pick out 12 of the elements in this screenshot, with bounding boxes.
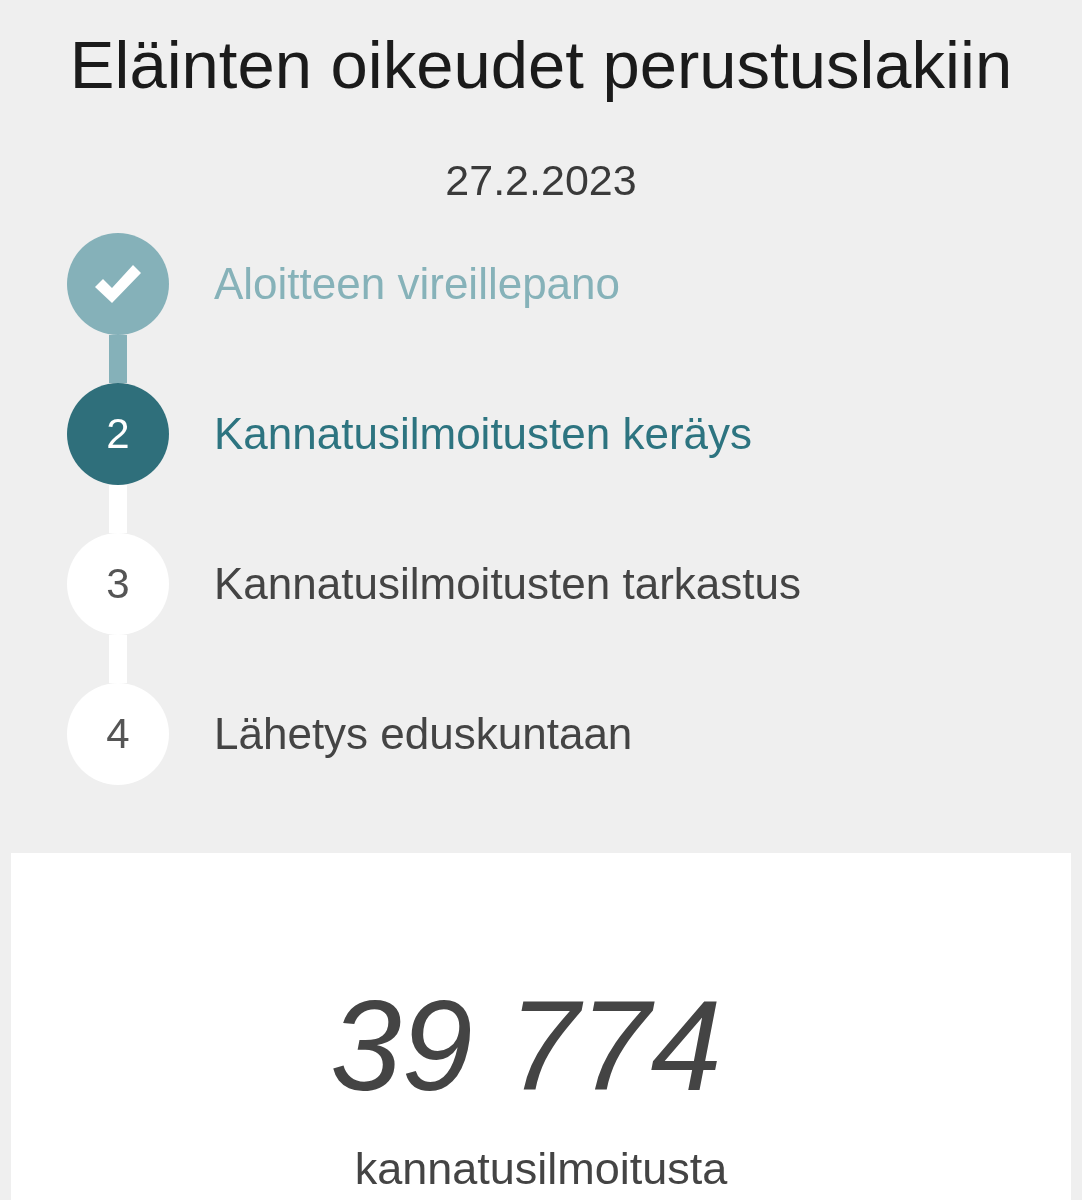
step-number: 4 bbox=[67, 683, 169, 785]
step-label: Kannatusilmoitusten tarkastus bbox=[214, 558, 801, 610]
step-label: Kannatusilmoitusten keräys bbox=[214, 408, 753, 460]
support-count: 39 774 bbox=[330, 978, 722, 1113]
date-text: 27.2.2023 bbox=[445, 155, 637, 205]
step-number: 2 bbox=[67, 383, 169, 485]
count-unit: kannatusilmoitusta bbox=[354, 1144, 728, 1194]
page-title: Eläinten oikeudet perustuslakiin bbox=[69, 26, 1013, 104]
check-icon bbox=[95, 265, 141, 303]
step-label: Aloitteen vireillepano bbox=[214, 258, 621, 310]
step-number: 3 bbox=[67, 533, 169, 635]
step-label: Lähetys eduskuntaan bbox=[214, 708, 633, 760]
